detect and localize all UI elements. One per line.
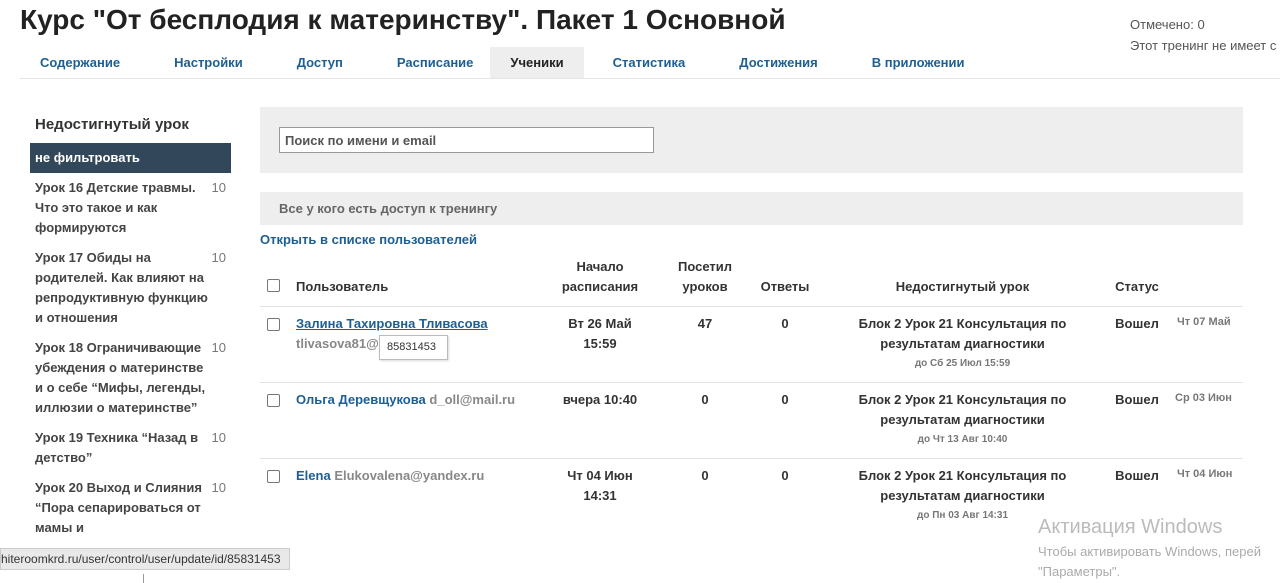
windows-activation-title: Активация Windows (1038, 516, 1223, 538)
tab-statistics[interactable]: Статистика (584, 47, 713, 78)
user-email: tlivasova81@r (296, 336, 384, 351)
filter-none-button[interactable]: не фильтровать (30, 143, 231, 173)
schedule-start-cell: Чт 04 Июн 14:31 (550, 466, 650, 506)
open-in-users-link[interactable]: Открыть в списке пользователей (260, 232, 477, 247)
user-email: d_oll@mail.ru (429, 392, 516, 407)
tab-bar: Содержание Настройки Доступ Расписание У… (20, 47, 985, 79)
lesson-filter-item[interactable]: Урок 16 Детские травмы. Что это такое и … (30, 173, 231, 243)
training-note: Этот тренинг не имеет с (1130, 38, 1277, 53)
tab-in-app[interactable]: В приложении (845, 47, 985, 78)
lesson-name: Урок 18 Ограничивающие убеждения о матер… (35, 340, 206, 415)
lesson-title-line1: Блок 2 Урок 21 Консультация по (858, 468, 1067, 483)
schedule-start-cell: вчера 10:40 (550, 390, 650, 410)
lesson-filter-item[interactable]: Урок 20 Выход и Слияния “Пора сепарирова… (30, 473, 231, 543)
visited-count: 47 (697, 316, 713, 331)
marked-count: Отмечено: 0 (1130, 17, 1205, 32)
column-status: Статус (1115, 279, 1159, 294)
column-user: Пользователь (296, 279, 389, 294)
lesson-count: 10 (211, 430, 226, 445)
tab-achievements[interactable]: Достижения (712, 47, 844, 78)
tab-students[interactable]: Ученики (490, 47, 584, 78)
tab-access[interactable]: Доступ (277, 47, 370, 78)
status-cell: Вошел (1115, 468, 1159, 483)
search-input[interactable] (279, 127, 654, 153)
column-schedule-start: Начало расписания (550, 257, 650, 297)
answers-count: 0 (781, 468, 789, 483)
page-title: Курс "От бесплодия к материнству". Пакет… (20, 4, 786, 35)
access-filter[interactable]: Все у кого есть доступ к тренингу (260, 192, 1243, 225)
answers-count: 0 (781, 392, 789, 407)
status-bar-url: hiteroomkrd.ru/user/control/user/update/… (0, 548, 290, 570)
lesson-count: 10 (211, 480, 226, 495)
tab-content[interactable]: Содержание (20, 47, 140, 78)
lesson-title-line2: результатам диагностики (880, 488, 1045, 503)
lesson-filter-sidebar: Недостигнутый урок не фильтровать Урок 1… (30, 116, 231, 543)
user-email: Elukovalena@yandex.ru (334, 468, 485, 483)
lesson-name: Урок 17 Обиды на родителей. Как влияют н… (35, 250, 208, 325)
answers-count: 0 (781, 316, 789, 331)
lesson-name: Урок 20 Выход и Слияния “Пора сепарирова… (35, 480, 202, 535)
visited-count: 0 (701, 392, 709, 407)
search-panel (260, 107, 1243, 173)
row-divider (260, 382, 1243, 383)
column-visited: Посетил уроков (665, 257, 745, 297)
lesson-count: 10 (211, 180, 226, 195)
column-lesson: Недостигнутый урок (895, 279, 1030, 294)
lesson-filter-item[interactable]: Урок 17 Обиды на родителей. Как влияют н… (30, 243, 231, 333)
sidebar-title: Недостигнутый урок (35, 116, 189, 133)
lesson-name: Урок 19 Техника “Назад в детство” (35, 430, 199, 465)
lesson-title-line2: результатам диагностики (880, 336, 1045, 351)
row-divider (260, 458, 1243, 459)
lesson-count: 10 (211, 340, 226, 355)
visited-count: 0 (701, 468, 709, 483)
windows-activation-line2: "Параметры". (1038, 564, 1121, 579)
user-cell: Ольга Деревщукова d_oll@mail.ru (296, 390, 546, 410)
windows-activation-line1: Чтобы активировать Windows, перей (1038, 544, 1262, 559)
lesson-deadline: до Сб 25 Июл 15:59 (914, 358, 1011, 369)
lesson-title-line1: Блок 2 Урок 21 Консультация по (858, 392, 1067, 407)
bottom-divider (143, 574, 144, 583)
status-cell: Вошел (1115, 316, 1159, 331)
status-cell: Вошел (1115, 392, 1159, 407)
lesson-name: Урок 16 Детские травмы. Что это такое и … (35, 180, 196, 235)
user-name-link[interactable]: Elena (296, 468, 331, 483)
schedule-start-date: вчера 10:40 (562, 392, 638, 407)
header-divider (260, 306, 1243, 307)
windows-activation-text: Чтобы активировать Windows, перей "Парам… (1038, 542, 1261, 582)
lesson-title-line1: Блок 2 Урок 21 Консультация по (858, 316, 1067, 331)
column-schedule-start-line1: Начало (576, 259, 624, 274)
last-visit-date: Чт 04 Июн (1177, 468, 1233, 480)
lesson-count: 10 (211, 250, 226, 265)
lesson-filter-item[interactable]: Урок 18 Ограничивающие убеждения о матер… (30, 333, 231, 423)
user-cell: Elena Elukovalena@yandex.ru (296, 466, 546, 486)
training-info: Отмечено: 0 Этот тренинг не имеет с (1130, 14, 1276, 56)
lesson-deadline: до Чт 13 Авг 10:40 (917, 434, 1008, 445)
row-checkbox[interactable] (267, 394, 280, 407)
schedule-start-date: Чт 04 Июн (567, 468, 633, 483)
last-visit-date: Чт 07 Май (1177, 316, 1231, 328)
row-checkbox[interactable] (267, 318, 280, 331)
schedule-start-time: 15:59 (583, 336, 617, 351)
lesson-cell: Блок 2 Урок 21 Консультация по результат… (840, 314, 1085, 372)
column-answers: Ответы (760, 279, 810, 294)
column-visited-line2: уроков (682, 279, 728, 294)
tab-settings[interactable]: Настройки (140, 47, 277, 78)
schedule-start-cell: Вт 26 Май 15:59 (550, 314, 650, 354)
lesson-filter-item[interactable]: Урок 19 Техника “Назад в детство” 10 (30, 423, 231, 473)
user-name-link[interactable]: Ольга Деревщукова (296, 392, 426, 407)
user-id-tooltip: 85831453 (379, 335, 448, 360)
column-schedule-start-line2: расписания (561, 279, 639, 294)
schedule-start-date: Вт 26 Май (568, 316, 632, 331)
row-checkbox[interactable] (267, 470, 280, 483)
user-name-link[interactable]: Залина Тахировна Тливасова (296, 316, 488, 331)
column-visited-line1: Посетил (677, 259, 733, 274)
lesson-cell: Блок 2 Урок 21 Консультация по результат… (840, 390, 1085, 448)
schedule-start-time: 14:31 (583, 488, 617, 503)
last-visit-date: Ср 03 Июн (1175, 392, 1232, 404)
tab-schedule[interactable]: Расписание (370, 47, 491, 78)
tabs-divider (20, 78, 1280, 79)
select-all-checkbox[interactable] (267, 279, 280, 292)
lesson-title-line2: результатам диагностики (880, 412, 1045, 427)
